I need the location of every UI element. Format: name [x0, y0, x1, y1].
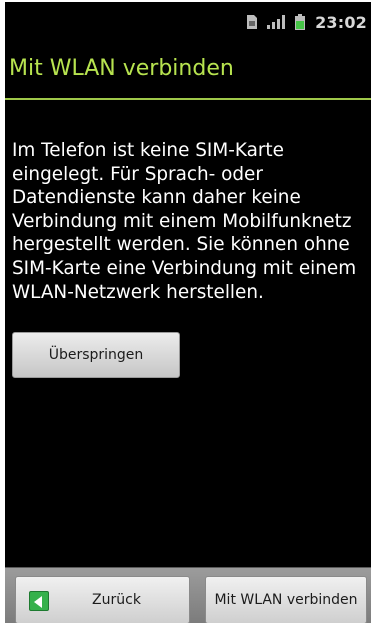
phone-screen: 23:02 Mit WLAN verbinden Im Telefon ist … — [5, 2, 371, 623]
page-title: Mit WLAN verbinden — [9, 56, 234, 81]
back-button[interactable]: Zurück — [15, 576, 190, 623]
status-icons: 23:02 — [247, 12, 367, 32]
title-bar: Mit WLAN verbinden — [5, 42, 371, 100]
status-bar: 23:02 — [5, 2, 371, 42]
signal-strength-icon — [267, 15, 286, 29]
sim-card-icon — [247, 15, 258, 29]
back-button-label: Zurück — [92, 592, 141, 608]
skip-button[interactable]: Überspringen — [12, 332, 180, 378]
clock: 23:02 — [315, 12, 367, 32]
bottom-action-bar: Zurück Mit WLAN verbinden — [5, 567, 371, 623]
battery-icon — [295, 14, 306, 30]
no-sim-message: Im Telefon ist keine SIM-Karte eingelegt… — [12, 140, 357, 303]
connect-wlan-button[interactable]: Mit WLAN verbinden — [205, 576, 367, 623]
